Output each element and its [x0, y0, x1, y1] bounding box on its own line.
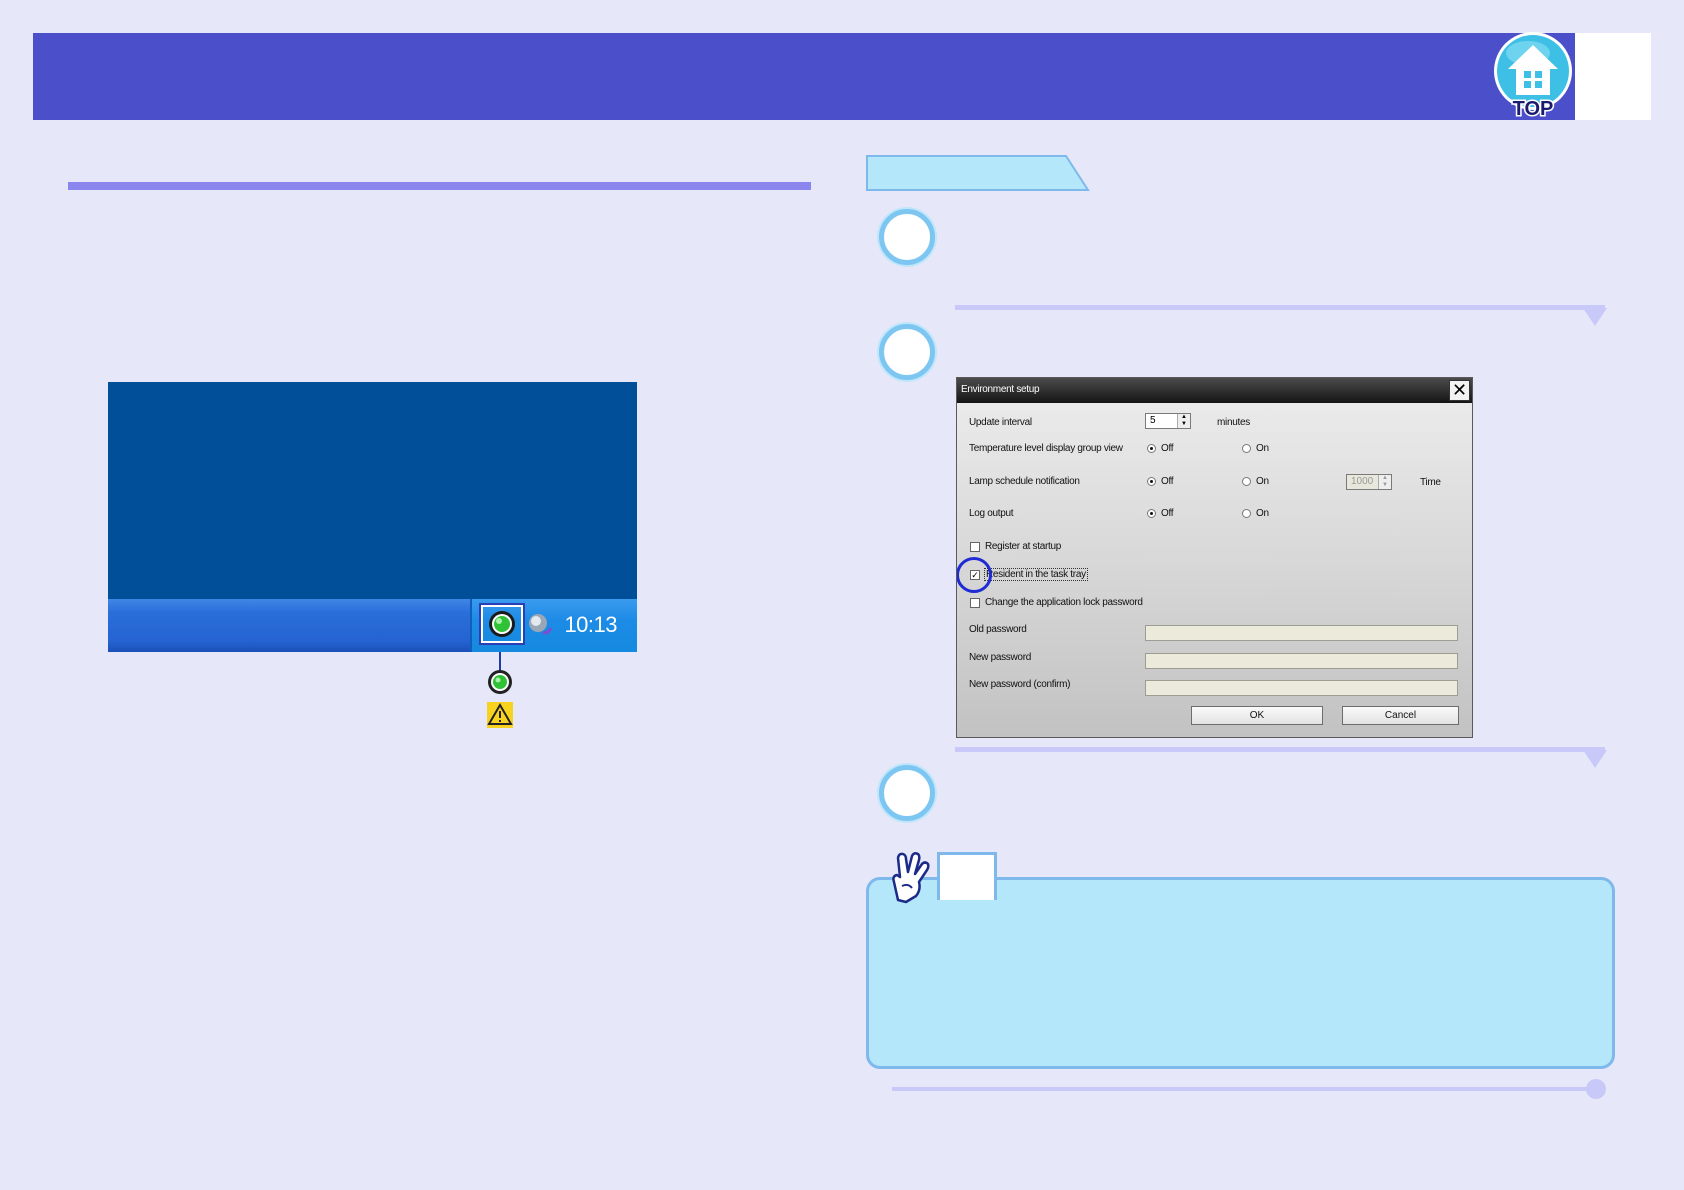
lamp-hours-spinner[interactable]: 1000 ▲ ▼	[1346, 474, 1392, 490]
new-password-label: New password	[969, 652, 1031, 663]
temperature-off-radio[interactable]	[1147, 444, 1156, 453]
lamp-on-label: On	[1256, 476, 1269, 487]
page-end-dot	[1586, 1079, 1606, 1099]
spinner-arrows-icon[interactable]: ▲ ▼	[1378, 475, 1391, 489]
environment-setup-dialog: Environment setup ✕ Update interval 5 ▲ ▼…	[956, 377, 1473, 738]
step-divider-arrow	[1583, 308, 1607, 326]
update-interval-value: 5	[1150, 415, 1156, 426]
confirm-password-field[interactable]	[1145, 680, 1458, 696]
temperature-off-label: Off	[1161, 443, 1174, 454]
lamp-unit: Time	[1420, 477, 1441, 488]
resident-tray-label: Resident in the task tray	[984, 568, 1088, 581]
dialog-title: Environment setup	[961, 384, 1040, 395]
warning-status-icon	[487, 702, 513, 728]
update-interval-unit: minutes	[1217, 417, 1250, 428]
step-divider	[955, 305, 1605, 310]
taskbar: 10:13	[108, 599, 637, 652]
pointing-hand-icon	[892, 852, 930, 904]
temperature-label: Temperature level display group view	[969, 443, 1123, 454]
confirm-password-label: New password (confirm)	[969, 679, 1071, 690]
update-interval-label: Update interval	[969, 417, 1032, 428]
header-corner	[1575, 33, 1651, 120]
ok-button[interactable]: OK	[1191, 706, 1323, 725]
log-off-radio[interactable]	[1147, 509, 1156, 518]
temperature-on-label: On	[1256, 443, 1269, 454]
lamp-on-radio[interactable]	[1242, 477, 1251, 486]
change-password-label: Change the application lock password	[985, 597, 1143, 608]
dialog-titlebar: Environment setup ✕	[957, 378, 1472, 403]
log-on-radio[interactable]	[1242, 509, 1251, 518]
step-divider-arrow	[1583, 750, 1607, 768]
lamp-label: Lamp schedule notification	[969, 476, 1080, 487]
old-password-label: Old password	[969, 624, 1027, 635]
lamp-off-radio[interactable]	[1147, 477, 1156, 486]
lamp-off-label: Off	[1161, 476, 1174, 487]
new-password-field[interactable]	[1145, 653, 1458, 669]
log-off-label: Off	[1161, 508, 1174, 519]
step-divider	[955, 747, 1605, 752]
temperature-on-radio[interactable]	[1242, 444, 1251, 453]
page-end-rule	[892, 1087, 1597, 1091]
normal-status-icon	[488, 670, 512, 694]
speaker-icon[interactable]	[525, 610, 555, 640]
lamp-hours-value: 1000	[1351, 476, 1374, 487]
update-interval-spinner[interactable]: 5 ▲ ▼	[1145, 413, 1191, 429]
procedure-tab	[866, 155, 1090, 191]
register-startup-checkbox[interactable]	[970, 542, 980, 552]
spinner-arrows-icon[interactable]: ▲ ▼	[1177, 414, 1190, 428]
desktop-screenshot: 10:13	[108, 382, 637, 652]
system-tray: 10:13	[470, 599, 637, 652]
cancel-button[interactable]: Cancel	[1342, 706, 1459, 725]
header-bar	[33, 33, 1575, 120]
step-1-marker	[879, 209, 935, 265]
change-password-checkbox[interactable]	[970, 598, 980, 608]
monitor-status-icon[interactable]	[485, 609, 519, 639]
step-3-marker	[879, 765, 935, 821]
top-link-house-icon[interactable]: TOP	[1490, 31, 1576, 123]
taskbar-clock: 10:13	[564, 612, 617, 637]
tip-box	[866, 877, 1615, 1069]
checkbox-highlight-circle	[957, 557, 992, 593]
top-logo-label: TOP	[1513, 98, 1554, 120]
log-output-label: Log output	[969, 508, 1014, 519]
close-icon[interactable]: ✕	[1449, 380, 1470, 401]
section-heading-rule	[68, 182, 811, 190]
register-startup-label: Register at startup	[985, 541, 1062, 552]
old-password-field[interactable]	[1145, 625, 1458, 641]
step-2-marker	[879, 324, 935, 380]
tip-box-tab	[937, 852, 997, 900]
log-on-label: On	[1256, 508, 1269, 519]
